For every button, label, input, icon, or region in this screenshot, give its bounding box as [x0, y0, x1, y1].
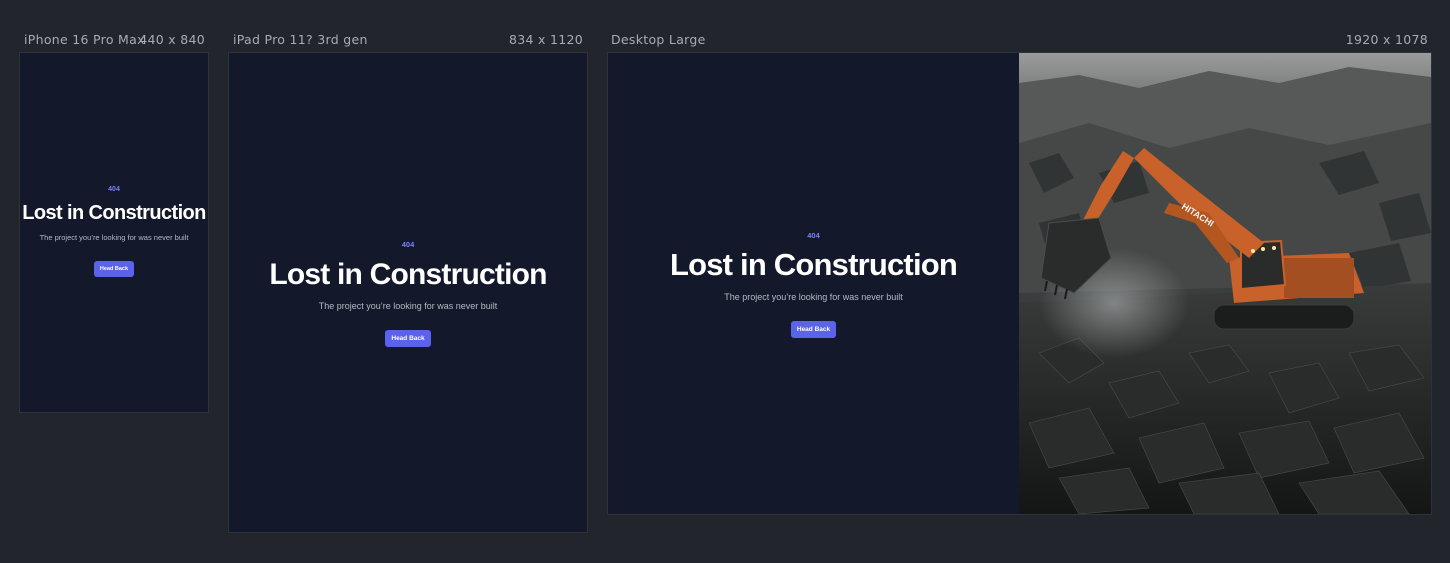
head-back-button[interactable]: Head Back	[385, 330, 431, 347]
head-back-button[interactable]: Head Back	[790, 321, 837, 338]
page-title: Lost in Construction	[669, 247, 958, 282]
excavator-photo: HITACHI	[1019, 53, 1431, 514]
excavator-quarry-image: HITACHI	[1019, 53, 1431, 514]
error-message: The project you’re looking for was never…	[39, 233, 189, 242]
page-title: Lost in Construction	[22, 202, 206, 224]
error-code: 404	[807, 231, 820, 240]
error-code: 404	[108, 186, 120, 193]
frame-label-ipad: iPad Pro 11? 3rd gen	[233, 32, 368, 47]
frame-size-iphone: 440 x 840	[139, 32, 205, 47]
desktop-frame[interactable]: 404 Lost in Construction The project you…	[607, 52, 1432, 515]
error-code: 404	[401, 240, 415, 249]
ipad-frame[interactable]: 404 Lost in Construction The project you…	[228, 52, 588, 533]
frame-label-desktop: Desktop Large	[611, 32, 706, 47]
not-found-content: 404 Lost in Construction The project you…	[20, 185, 208, 277]
head-back-button[interactable]: Head Back	[93, 261, 135, 277]
frame-label-iphone: iPhone 16 Pro Max	[24, 32, 145, 47]
frame-size-desktop: 1920 x 1078	[1345, 32, 1428, 47]
error-message: The project you’re looking for was never…	[724, 292, 903, 302]
not-found-content: 404 Lost in Construction The project you…	[229, 240, 587, 347]
not-found-content: 404 Lost in Construction The project you…	[608, 231, 1019, 338]
desktop-text-pane: 404 Lost in Construction The project you…	[608, 53, 1019, 514]
page-title: Lost in Construction	[269, 258, 547, 291]
frame-size-ipad: 834 x 1120	[508, 32, 583, 47]
iphone-frame[interactable]: 404 Lost in Construction The project you…	[19, 52, 209, 413]
error-message: The project you’re looking for was never…	[318, 301, 498, 311]
design-canvas: iPhone 16 Pro Max 440 x 840 iPad Pro 11?…	[0, 0, 1450, 563]
